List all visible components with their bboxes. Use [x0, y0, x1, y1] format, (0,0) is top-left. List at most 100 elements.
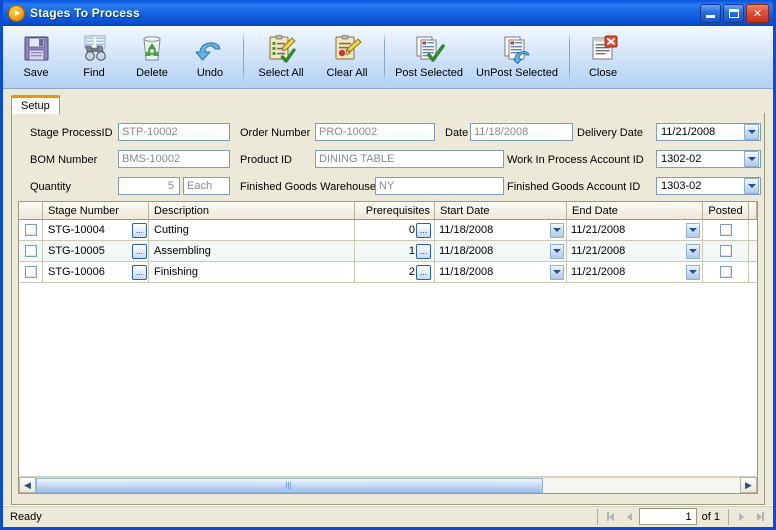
- delete-button[interactable]: Delete: [123, 30, 181, 86]
- end-date-combo[interactable]: 11/21/2008: [567, 262, 702, 282]
- page-number-input[interactable]: [638, 508, 697, 525]
- label-date: Date: [445, 127, 469, 139]
- prerequisites-ellipsis-button[interactable]: ...: [416, 222, 431, 238]
- find-button[interactable]: Find: [65, 30, 123, 86]
- grid-horizontal-scrollbar[interactable]: ◀ ▶: [19, 476, 757, 493]
- end-date-combo[interactable]: 11/21/2008: [567, 241, 702, 261]
- uom-input[interactable]: [183, 177, 230, 195]
- start-date-cell[interactable]: 11/18/2008: [435, 241, 567, 261]
- order-number-input[interactable]: [315, 123, 435, 141]
- select-all-button[interactable]: Select All: [248, 30, 314, 86]
- close-button[interactable]: Close: [574, 30, 632, 86]
- scroll-track[interactable]: [36, 477, 740, 493]
- start-date-combo[interactable]: 11/18/2008: [435, 262, 566, 282]
- stage-number-cell[interactable]: STG-10004 ...: [43, 220, 149, 240]
- chevron-down-icon[interactable]: [550, 222, 564, 238]
- chevron-down-icon[interactable]: [550, 243, 564, 259]
- stage-number-cell[interactable]: STG-10005 ...: [43, 241, 149, 261]
- quantity-input[interactable]: [118, 177, 180, 195]
- table-row[interactable]: STG-10006 ... Finishing 2 ... 11/18/2008: [19, 262, 757, 283]
- setup-panel: Stage ProcessID Order Number Date Delive…: [11, 113, 765, 505]
- minimize-button[interactable]: [700, 3, 721, 23]
- scroll-left-button[interactable]: ◀: [19, 477, 36, 493]
- post-selected-button[interactable]: Post Selected: [389, 30, 469, 86]
- prerequisites-cell[interactable]: 0 ...: [355, 220, 435, 240]
- table-row[interactable]: STG-10005 ... Assembling 1 ... 11/18/200…: [19, 241, 757, 262]
- grid-header-select[interactable]: [19, 202, 43, 219]
- last-record-button[interactable]: [751, 508, 770, 525]
- tab-setup[interactable]: Setup: [11, 95, 60, 114]
- close-toolbar-label: Close: [588, 67, 618, 79]
- record-navigator: of 1: [594, 508, 770, 526]
- end-date-combo[interactable]: 11/21/2008: [567, 220, 702, 240]
- fg-warehouse-input[interactable]: [375, 177, 504, 195]
- bom-number-input[interactable]: [118, 150, 230, 168]
- end-date-cell[interactable]: 11/21/2008: [567, 220, 703, 240]
- clear-all-button[interactable]: Clear All: [314, 30, 380, 86]
- client-area: Setup Stage ProcessID Order Number Date …: [3, 89, 773, 505]
- close-window-button[interactable]: [746, 3, 769, 23]
- clipboard-pencil-check-icon: [265, 33, 297, 64]
- fg-account-id-combo[interactable]: 1303-02: [656, 177, 761, 195]
- chevron-down-icon[interactable]: [550, 264, 564, 280]
- chevron-down-icon[interactable]: [744, 124, 759, 140]
- chevron-down-icon[interactable]: [744, 151, 759, 167]
- prerequisites-cell[interactable]: 2 ...: [355, 262, 435, 282]
- grid-header-end-date[interactable]: End Date: [567, 202, 703, 219]
- end-date-cell[interactable]: 11/21/2008: [567, 262, 703, 282]
- grid-header-stage-number[interactable]: Stage Number: [43, 202, 149, 219]
- documents-check-icon: [413, 33, 445, 64]
- first-record-button[interactable]: [601, 508, 620, 525]
- posted-cell[interactable]: [703, 262, 749, 282]
- scroll-grip-icon: [286, 482, 293, 489]
- posted-cell[interactable]: [703, 220, 749, 240]
- posted-checkbox[interactable]: [719, 266, 732, 278]
- posted-checkbox[interactable]: [719, 245, 732, 257]
- row-select-cell[interactable]: [19, 262, 43, 282]
- stage-process-id-input[interactable]: [118, 123, 230, 141]
- row-select-cell[interactable]: [19, 241, 43, 261]
- start-date-combo[interactable]: 11/18/2008: [435, 241, 566, 261]
- lookup-ellipsis-button[interactable]: ...: [132, 264, 147, 280]
- previous-record-button[interactable]: [620, 508, 639, 525]
- stage-number-cell[interactable]: STG-10006 ...: [43, 262, 149, 282]
- end-date-cell[interactable]: 11/21/2008: [567, 241, 703, 261]
- description-cell[interactable]: Cutting: [149, 220, 355, 240]
- chevron-down-icon[interactable]: [686, 243, 700, 259]
- grid-header-start-date[interactable]: Start Date: [435, 202, 567, 219]
- scroll-thumb[interactable]: [36, 478, 543, 493]
- chevron-down-icon[interactable]: [686, 222, 700, 238]
- start-date-cell[interactable]: 11/18/2008: [435, 220, 567, 240]
- posted-checkbox[interactable]: [719, 224, 732, 236]
- row-select-checkbox[interactable]: [24, 245, 37, 257]
- table-row[interactable]: STG-10004 ... Cutting 0 ... 11/18/2008 1…: [19, 220, 757, 241]
- start-date-cell[interactable]: 11/18/2008: [435, 262, 567, 282]
- maximize-button[interactable]: [723, 3, 744, 23]
- description-cell[interactable]: Finishing: [149, 262, 355, 282]
- product-id-input[interactable]: [315, 150, 504, 168]
- description-cell[interactable]: Assembling: [149, 241, 355, 261]
- start-date-combo[interactable]: 11/18/2008: [435, 220, 566, 240]
- next-record-button[interactable]: [732, 508, 751, 525]
- row-select-cell[interactable]: [19, 220, 43, 240]
- wip-account-id-combo[interactable]: 1302-02: [656, 150, 761, 168]
- prerequisites-cell[interactable]: 1 ...: [355, 241, 435, 261]
- save-button[interactable]: Save: [7, 30, 65, 86]
- posted-cell[interactable]: [703, 241, 749, 261]
- row-select-checkbox[interactable]: [24, 224, 37, 236]
- row-select-checkbox[interactable]: [24, 266, 37, 278]
- scroll-right-button[interactable]: ▶: [740, 477, 757, 493]
- date-input[interactable]: [470, 123, 573, 141]
- chevron-down-icon[interactable]: [686, 264, 700, 280]
- lookup-ellipsis-button[interactable]: ...: [132, 243, 147, 259]
- delivery-date-combo[interactable]: 11/21/2008: [656, 123, 761, 141]
- unpost-selected-button[interactable]: UnPost Selected: [469, 30, 565, 86]
- chevron-down-icon[interactable]: [744, 178, 759, 194]
- undo-button[interactable]: Undo: [181, 30, 239, 86]
- grid-header-prerequisites[interactable]: Prerequisites: [355, 202, 435, 219]
- prerequisites-ellipsis-button[interactable]: ...: [416, 243, 431, 259]
- grid-header-description[interactable]: Description: [149, 202, 355, 219]
- prerequisites-ellipsis-button[interactable]: ...: [416, 264, 431, 280]
- lookup-ellipsis-button[interactable]: ...: [132, 222, 147, 238]
- grid-header-posted[interactable]: Posted: [703, 202, 749, 219]
